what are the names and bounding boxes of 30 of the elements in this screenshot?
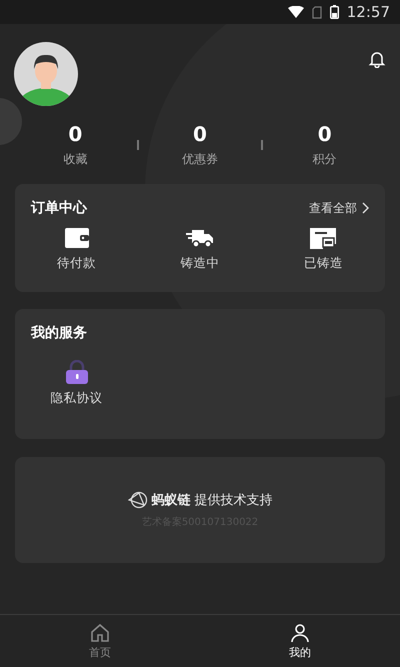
stat-label[interactable]: 收藏	[63, 150, 88, 168]
bell-icon[interactable]	[368, 50, 386, 68]
user-icon	[290, 622, 310, 642]
wallet-icon[interactable]	[64, 227, 89, 249]
stat-label[interactable]: 优惠券	[182, 150, 218, 168]
service-label[interactable]: 隐私协议	[50, 390, 103, 407]
view-all-link[interactable]: 查看全部	[309, 200, 369, 216]
network-logo-icon	[128, 491, 148, 509]
support-text: 提供技术支持	[194, 492, 272, 509]
card-title: 订单中心	[31, 199, 87, 217]
order-status-label[interactable]: 待付款	[57, 255, 96, 272]
order-status-label[interactable]: 铸造中	[180, 255, 220, 272]
order-status-label[interactable]: 已铸造	[304, 255, 343, 272]
card-title: 我的服务	[31, 324, 87, 342]
brand-name: 蚂蚁链	[152, 492, 190, 509]
sim-icon	[312, 6, 322, 18]
chevron-icon	[361, 202, 369, 214]
card-icon[interactable]	[310, 227, 336, 249]
truck-icon[interactable]	[186, 227, 214, 249]
tab[interactable]: 首页	[0, 615, 200, 667]
tab[interactable]: 我的	[200, 615, 400, 667]
stat-label[interactable]: 积分	[312, 150, 337, 168]
home-icon	[90, 622, 110, 642]
stat-value: 0	[318, 122, 332, 144]
stat-value: 0	[193, 122, 207, 144]
status-time: 12:57	[346, 3, 390, 21]
lock-icon[interactable]	[66, 360, 88, 384]
wifi-icon	[288, 6, 304, 18]
stat-value: 0	[68, 122, 82, 144]
battery-icon	[330, 5, 339, 19]
